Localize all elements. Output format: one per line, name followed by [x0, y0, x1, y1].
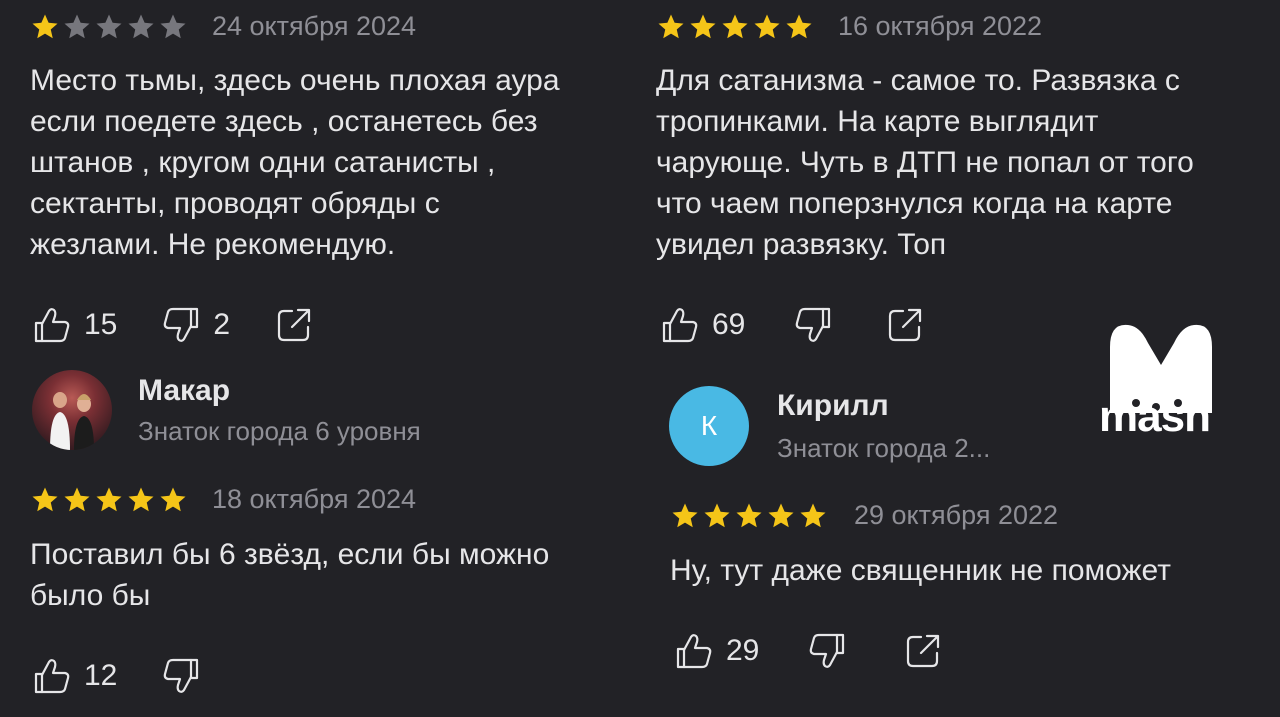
like-button[interactable]: 12: [30, 654, 117, 698]
review-date: 29 октября 2022: [854, 500, 1059, 530]
review-actions: 12: [30, 654, 203, 698]
like-button[interactable]: 29: [672, 629, 759, 673]
share-icon: [901, 629, 945, 673]
star-icon: [672, 503, 698, 527]
like-count: 29: [726, 634, 760, 667]
review-text: Место тьмы, здесь очень плохая аура если…: [30, 64, 560, 261]
share-button[interactable]: [883, 303, 927, 347]
review-text: Для сатанизма - самое то. Развязка с тро…: [656, 64, 1194, 261]
review-header: 29 октября 2022: [670, 500, 1058, 531]
dislike-button[interactable]: [805, 629, 849, 673]
star-icon: [160, 14, 186, 38]
rating-stars: [656, 12, 814, 42]
avatar[interactable]: [32, 370, 112, 450]
star-icon: [690, 14, 716, 38]
user-photo-icon: [50, 392, 94, 450]
review-actions: 69: [658, 303, 927, 347]
mash-logo-text: mash: [1099, 392, 1211, 441]
rating-stars: [670, 501, 828, 531]
rating-stars: [30, 12, 188, 42]
star-icon: [786, 14, 812, 38]
dislike-button[interactable]: [159, 654, 203, 698]
star-icon: [736, 503, 762, 527]
dislike-button[interactable]: [791, 303, 835, 347]
review-actions: 15 2: [30, 303, 316, 347]
thumbs-up-icon: [30, 654, 74, 698]
rating-stars: [30, 485, 188, 515]
star-icon: [722, 14, 748, 38]
thumbs-down-icon: [159, 303, 203, 347]
share-button[interactable]: [901, 629, 945, 673]
share-icon: [272, 303, 316, 347]
review-header: 18 октября 2024: [30, 484, 416, 515]
star-icon: [128, 14, 154, 38]
reviewer-level: Знаток города 2...: [777, 432, 991, 463]
star-icon: [658, 14, 684, 38]
reviewer-name[interactable]: Макар: [138, 374, 421, 408]
thumbs-down-icon: [159, 654, 203, 698]
like-count: 12: [84, 659, 118, 692]
thumbs-down-icon: [805, 629, 849, 673]
star-icon: [96, 14, 122, 38]
review-text: Поставил бы 6 звёзд, если бы можно было …: [30, 538, 550, 612]
review-header: 24 октября 2024: [30, 11, 416, 42]
thumbs-up-icon: [672, 629, 716, 673]
review-actions: 29: [672, 629, 945, 673]
star-icon: [96, 487, 122, 511]
reviewer-name[interactable]: Кирилл: [777, 389, 990, 423]
like-count: 69: [712, 308, 746, 341]
star-icon: [64, 14, 90, 38]
like-button[interactable]: 69: [658, 303, 745, 347]
share-icon: [883, 303, 927, 347]
review-date: 18 октября 2024: [212, 484, 417, 514]
star-icon: [32, 487, 58, 511]
avatar[interactable]: К: [669, 386, 749, 466]
star-icon: [128, 487, 154, 511]
star-icon: [800, 503, 826, 527]
reviewer[interactable]: К Кирилл Знаток города 2...: [669, 386, 990, 466]
like-button[interactable]: 15: [30, 303, 117, 347]
star-icon: [160, 487, 186, 511]
review-text: Ну, тут даже священник не поможет: [670, 554, 1171, 587]
star-icon: [64, 487, 90, 511]
thumbs-down-icon: [791, 303, 835, 347]
reviewer-level: Знаток города 6 уровня: [138, 415, 421, 446]
review-date: 24 октября 2024: [212, 11, 417, 41]
review-date: 16 октября 2022: [838, 11, 1043, 41]
dislike-count: 2: [213, 308, 231, 341]
reviewer[interactable]: Макар Знаток города 6 уровня: [32, 370, 421, 450]
share-button[interactable]: [272, 303, 316, 347]
star-icon: [704, 503, 730, 527]
star-icon: [768, 503, 794, 527]
dislike-button[interactable]: 2: [159, 303, 230, 347]
review-header: 16 октября 2022: [656, 11, 1042, 42]
thumbs-up-icon: [658, 303, 702, 347]
thumbs-up-icon: [30, 303, 74, 347]
left-review-column: 24 октября 2024 Место тьмы, здесь очень …: [0, 0, 600, 717]
star-icon: [32, 14, 58, 38]
star-icon: [754, 14, 780, 38]
like-count: 15: [84, 308, 118, 341]
